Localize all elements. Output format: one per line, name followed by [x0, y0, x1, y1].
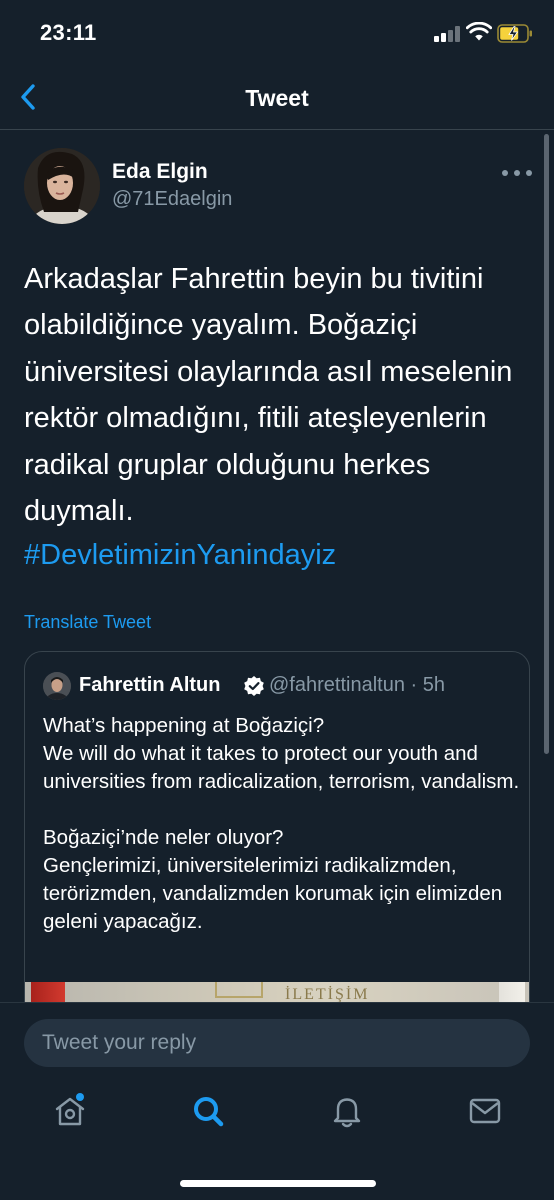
- decorative-pattern: [215, 982, 263, 998]
- quoted-text-line: What’s happening at Boğaziçi?: [43, 714, 325, 737]
- home-indicator[interactable]: [180, 1180, 376, 1187]
- author-handle[interactable]: @71Edaelgin: [112, 188, 232, 211]
- author-avatar[interactable]: [24, 148, 100, 224]
- cellular-signal-icon: [434, 26, 460, 42]
- status-time: 23:11: [40, 20, 97, 45]
- navigation-header: Tweet: [0, 66, 554, 130]
- quoted-handle-time: @fahrettinaltun · 5h: [269, 674, 445, 696]
- home-icon[interactable]: [50, 1091, 90, 1131]
- quoted-author-avatar: [43, 672, 71, 700]
- scroll-indicator[interactable]: [544, 134, 549, 754]
- more-options-icon[interactable]: [502, 162, 532, 184]
- quoted-tweet-card[interactable]: Fahrettin Altun @fahrettinaltun · 5h Wha…: [24, 651, 530, 1051]
- bottom-bar: [0, 1002, 554, 1198]
- quoted-tweet-text: What’s happening at Boğaziçi? We will do…: [43, 712, 523, 936]
- quoted-text-line: Boğaziçi’nde neler oluyor?: [43, 826, 284, 849]
- tweet-text: Arkadaşlar Fahrettin beyin bu tivitini o…: [24, 263, 513, 528]
- wifi-icon: [466, 22, 492, 41]
- quoted-text-paragraph: Gençlerimizi, üniversitelerimizi radikal…: [43, 854, 503, 933]
- hashtag-link[interactable]: #DevletimizinYanindayiz: [24, 532, 336, 578]
- page-title: Tweet: [245, 85, 309, 111]
- reply-input[interactable]: [24, 1019, 530, 1067]
- notifications-icon[interactable]: [327, 1091, 367, 1131]
- quoted-author-name: Fahrettin Altun: [79, 674, 221, 696]
- battery-charging-icon: [497, 24, 532, 43]
- messages-icon[interactable]: [465, 1091, 505, 1131]
- quoted-text-paragraph: We will do what it takes to protect our …: [43, 742, 520, 793]
- translate-tweet-link[interactable]: Translate Tweet: [24, 612, 151, 633]
- search-icon[interactable]: [188, 1091, 228, 1131]
- tab-bar: [0, 1091, 554, 1139]
- author-name[interactable]: Eda Elgin: [112, 160, 208, 184]
- status-bar: 23:11: [0, 0, 554, 66]
- verified-badge-icon: [244, 676, 264, 696]
